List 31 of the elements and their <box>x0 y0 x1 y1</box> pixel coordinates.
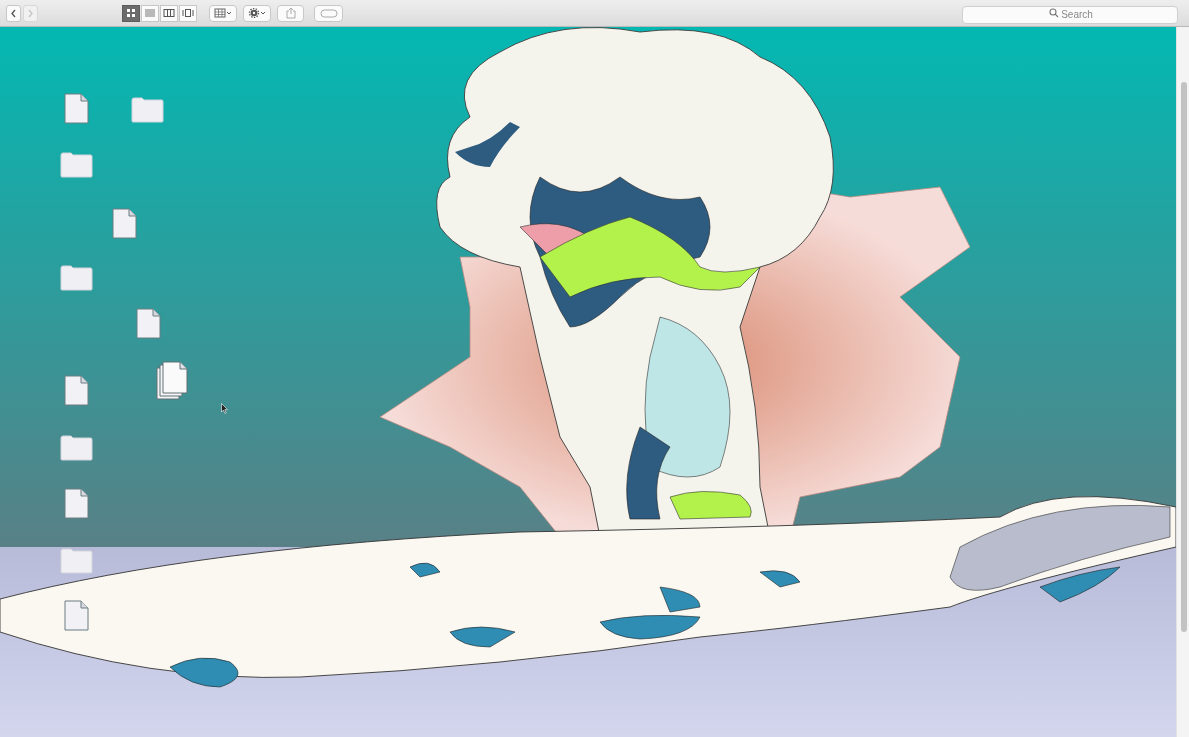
folder-icon[interactable] <box>60 152 93 178</box>
icon-view-button[interactable] <box>122 4 140 22</box>
cloud-patch <box>455 122 520 167</box>
document-icon[interactable] <box>64 488 89 519</box>
folder-icon[interactable] <box>60 265 93 291</box>
document-icon[interactable] <box>64 93 89 124</box>
folder-icon[interactable] <box>60 435 93 461</box>
search-field[interactable]: Search <box>962 5 1178 24</box>
document-icon[interactable] <box>136 308 161 339</box>
icon-view-icon <box>125 7 137 19</box>
document-icon[interactable] <box>64 375 89 406</box>
arrange-button[interactable] <box>209 4 237 22</box>
documents-stack-icon[interactable] <box>156 361 189 400</box>
column-view-button[interactable] <box>160 4 178 22</box>
column-view-icon <box>163 7 175 19</box>
gear-icon <box>248 8 266 18</box>
chevron-icon <box>26 7 35 19</box>
coverflow-view-icon <box>182 7 194 19</box>
scrollbar-thumb[interactable] <box>1181 82 1187 632</box>
tags-button[interactable] <box>314 4 343 22</box>
grid-icon <box>214 8 232 18</box>
document-icon[interactable] <box>64 600 89 631</box>
share-icon <box>285 7 296 19</box>
coverflow-view-button[interactable] <box>179 4 197 22</box>
action-button[interactable] <box>243 4 271 22</box>
back-button[interactable] <box>6 4 21 22</box>
chevron-icon <box>9 7 18 19</box>
tag-icon <box>319 8 338 18</box>
folder-icon[interactable] <box>131 97 164 123</box>
pointer-icon <box>221 403 228 414</box>
document-icon[interactable] <box>112 208 137 239</box>
